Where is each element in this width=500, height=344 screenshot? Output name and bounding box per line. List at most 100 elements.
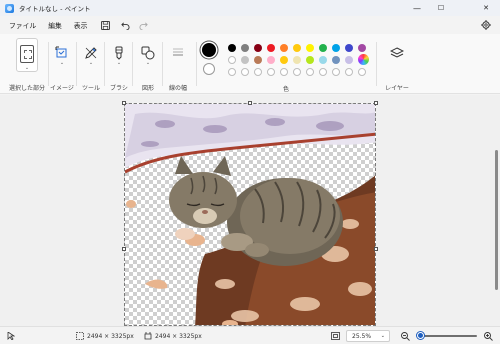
color-swatch-red[interactable]: [267, 44, 275, 52]
color-swatch-cream[interactable]: [293, 56, 301, 64]
chevron-down-icon: ⌄: [380, 333, 385, 339]
color-swatch-lightgray[interactable]: [241, 56, 249, 64]
drawing-canvas[interactable]: [124, 103, 376, 326]
zoom-slider-thumb[interactable]: [417, 332, 425, 339]
paint-app-icon: [5, 3, 14, 13]
colors-label: 色: [283, 86, 290, 93]
selection-size-icon: [76, 327, 84, 344]
selection-rectangle-icon: [20, 45, 34, 63]
menu-view[interactable]: 表示: [68, 20, 94, 30]
resize-handle[interactable]: [122, 101, 126, 105]
color-swatch-darkred[interactable]: [254, 44, 262, 52]
resize-handle[interactable]: [374, 101, 378, 105]
resize-handle[interactable]: [122, 247, 126, 251]
resize-handle[interactable]: [248, 101, 252, 105]
menu-edit[interactable]: 編集: [42, 20, 68, 30]
layers-icon[interactable]: [390, 46, 404, 60]
save-icon[interactable]: [97, 18, 113, 32]
color-swatch-amber[interactable]: [280, 56, 288, 64]
pointer-icon: [7, 327, 15, 344]
color-swatch-yellow[interactable]: [306, 44, 314, 52]
color-swatch-empty[interactable]: [254, 68, 262, 76]
color-swatch-blue[interactable]: [332, 44, 340, 52]
chevron-down-icon[interactable]: ⌄: [146, 60, 150, 66]
color-swatch-gold[interactable]: [293, 44, 301, 52]
color-swatch-green[interactable]: [319, 44, 327, 52]
shapes-label: 図形: [141, 85, 154, 92]
canvas-size: 2494 × 3325px: [155, 332, 202, 340]
zoom-value: 25.5%: [352, 332, 372, 340]
undo-icon[interactable]: [117, 18, 133, 32]
edit-colors-icon[interactable]: [358, 54, 369, 65]
color-swatch-empty[interactable]: [306, 68, 314, 76]
gear-icon[interactable]: [478, 18, 494, 32]
color-swatch-empty[interactable]: [293, 68, 301, 76]
color-swatch-empty[interactable]: [319, 68, 327, 76]
fit-to-window-icon[interactable]: [331, 327, 340, 344]
color-swatch-orange[interactable]: [280, 44, 288, 52]
line-width-icon[interactable]: [171, 46, 185, 60]
color-swatch-empty[interactable]: [358, 68, 366, 76]
color-swatch-steelblue[interactable]: [332, 56, 340, 64]
brush-group: ⌄ ブラシ: [108, 38, 130, 92]
color-swatch-empty[interactable]: [267, 68, 275, 76]
cat-photo: [125, 104, 375, 325]
layers-group: レイヤー: [382, 38, 412, 92]
color-swatch-gray[interactable]: [241, 44, 249, 52]
chevron-down-icon[interactable]: ⌄: [89, 60, 93, 66]
redo-icon[interactable]: [135, 18, 151, 32]
zoom-select[interactable]: 25.5% ⌄: [346, 330, 390, 342]
selection-size: 2494 × 3325px: [87, 332, 134, 340]
layers-label: レイヤー: [385, 85, 409, 92]
title-bar: タイトルなし - ペイント — ☐ ✕: [0, 0, 500, 16]
selection-label: 選択した部分: [8, 85, 45, 92]
chevron-down-icon: ⌄: [24, 65, 30, 71]
chevron-down-icon[interactable]: ⌄: [60, 60, 64, 66]
scrollbar-thumb[interactable]: [495, 150, 498, 290]
color-swatch-purple[interactable]: [358, 44, 366, 52]
secondary-color[interactable]: [203, 63, 215, 75]
color-swatch-lavender[interactable]: [345, 56, 353, 64]
image-group: ⌄ イメージ: [50, 38, 74, 92]
canvas-size-icon: [144, 327, 152, 344]
shapes-group: ⌄ 図形: [137, 38, 159, 92]
color-swatch-empty[interactable]: [228, 68, 236, 76]
canvas-workspace[interactable]: [0, 95, 500, 326]
color-swatch-pink[interactable]: [267, 56, 275, 64]
zoom-in-icon[interactable]: [484, 327, 493, 344]
color-swatch-lightblue[interactable]: [319, 56, 327, 64]
window-title: タイトルなし - ペイント: [19, 5, 91, 13]
minimize-button[interactable]: —: [406, 0, 428, 16]
menu-bar: ファイル 編集 表示: [0, 16, 500, 34]
selection-group: ⌄ 選択した部分: [8, 38, 46, 92]
menu-file[interactable]: ファイル: [3, 20, 42, 30]
pencil-tool-icon[interactable]: [84, 46, 98, 60]
color-swatch-brown[interactable]: [254, 56, 262, 64]
brush-label: ブラシ: [110, 85, 128, 92]
line-width-label: 線の幅: [168, 85, 187, 92]
selection-button[interactable]: ⌄: [16, 38, 38, 72]
status-bar: 2494 × 3325px 2494 × 3325px 25.5% ⌄: [0, 326, 500, 344]
color-swatch-empty[interactable]: [345, 68, 353, 76]
ribbon-toolbar: ⌄ 選択した部分 ⌄ イメージ ⌄ ツール ⌄ ブラシ ⌄ 図形 線の幅 色 レ…: [0, 34, 500, 94]
crop-icon[interactable]: [55, 46, 69, 60]
line-width-group: 線の幅: [166, 38, 190, 92]
tools-group: ⌄ ツール: [80, 38, 102, 92]
shapes-icon[interactable]: [141, 46, 155, 60]
color-swatch-empty[interactable]: [241, 68, 249, 76]
color-swatch-empty[interactable]: [280, 68, 288, 76]
chevron-down-icon[interactable]: ⌄: [117, 60, 121, 66]
image-label: イメージ: [50, 85, 74, 92]
maximize-button[interactable]: ☐: [430, 0, 452, 16]
primary-color[interactable]: [202, 43, 216, 57]
resize-handle[interactable]: [374, 247, 378, 251]
color-swatch-lime[interactable]: [306, 56, 314, 64]
color-swatch-white[interactable]: [228, 56, 236, 64]
brush-icon[interactable]: [112, 46, 126, 60]
close-button[interactable]: ✕: [475, 0, 497, 16]
color-swatch-black[interactable]: [228, 44, 236, 52]
color-swatch-indigo[interactable]: [345, 44, 353, 52]
color-swatch-empty[interactable]: [332, 68, 340, 76]
zoom-out-icon[interactable]: [401, 327, 410, 344]
zoom-slider-track[interactable]: [419, 335, 477, 337]
